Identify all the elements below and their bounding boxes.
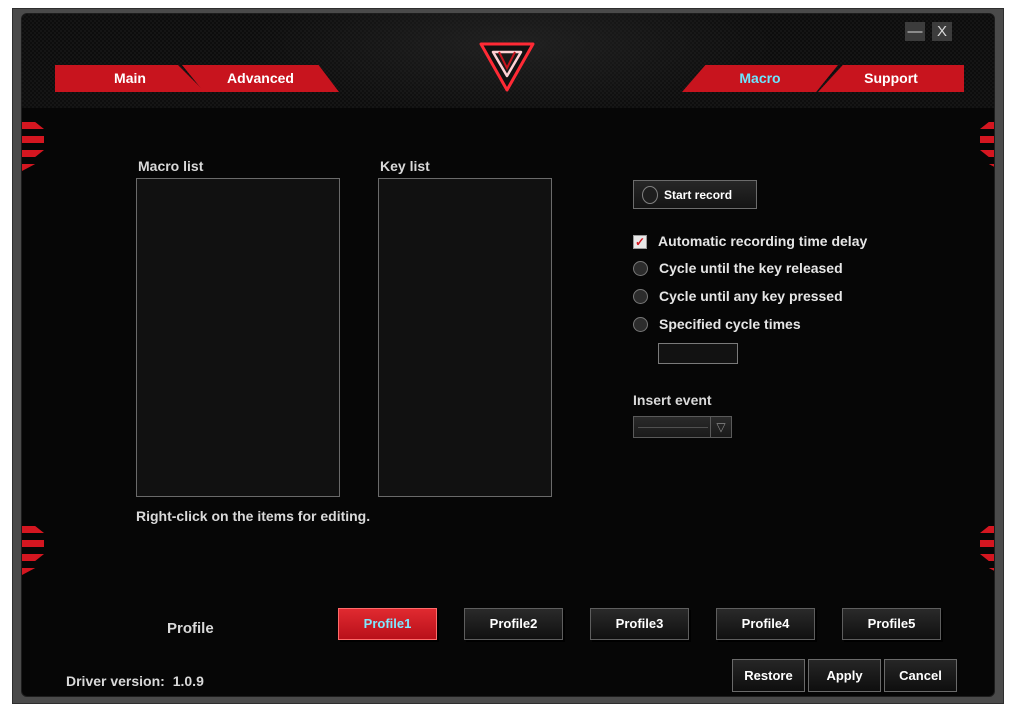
cycle-key-released-label: Cycle until the key released: [659, 260, 843, 276]
cycle-times-input[interactable]: [658, 343, 738, 364]
profile3-button[interactable]: Profile3: [590, 608, 689, 640]
specified-cycle-label: Specified cycle times: [659, 316, 801, 332]
edit-hint: Right-click on the items for editing.: [136, 508, 371, 524]
driver-version-row: Driver version: 1.0.9: [66, 673, 204, 689]
left-bottom-stripes: [22, 526, 52, 596]
chevron-down-icon[interactable]: ▽: [710, 417, 731, 437]
tab-support[interactable]: Support: [818, 65, 964, 92]
profile5-button[interactable]: Profile5: [842, 608, 941, 640]
driver-version-label: Driver version:: [66, 673, 165, 689]
cycle-any-key-radio[interactable]: [633, 289, 648, 304]
restore-button[interactable]: Restore: [732, 659, 805, 692]
right-bottom-stripes: [972, 526, 994, 596]
right-top-stripes: [972, 122, 994, 192]
auto-delay-checkbox[interactable]: ✓: [633, 235, 647, 249]
tab-macro[interactable]: Macro: [682, 65, 838, 92]
profile-label: Profile: [167, 620, 214, 637]
specified-cycle-radio[interactable]: [633, 317, 648, 332]
profile1-button[interactable]: Profile1: [338, 608, 437, 640]
apply-button[interactable]: Apply: [808, 659, 881, 692]
record-icon: [642, 186, 658, 204]
insert-event-label: Insert event: [633, 392, 712, 408]
cancel-button[interactable]: Cancel: [884, 659, 957, 692]
macro-list[interactable]: [136, 178, 340, 497]
tab-advanced[interactable]: Advanced: [182, 65, 339, 92]
driver-version-value: 1.0.9: [172, 673, 204, 689]
key-list[interactable]: [378, 178, 552, 497]
profile2-button[interactable]: Profile2: [464, 608, 563, 640]
minimize-button[interactable]: —: [905, 22, 925, 41]
key-list-label: Key list: [380, 158, 430, 174]
insert-event-dropdown[interactable]: ▽: [633, 416, 732, 438]
app-window: — X Main Advanced Macro Support Macro li…: [12, 8, 1004, 704]
insert-event-value: [638, 427, 708, 428]
auto-delay-label: Automatic recording time delay: [658, 233, 868, 249]
start-record-label: Start record: [664, 188, 733, 202]
macro-list-label: Macro list: [138, 158, 204, 174]
profile4-button[interactable]: Profile4: [716, 608, 815, 640]
cycle-key-released-radio[interactable]: [633, 261, 648, 276]
app-frame: — X Main Advanced Macro Support Macro li…: [21, 13, 995, 697]
start-record-button[interactable]: Start record: [633, 180, 757, 209]
brand-logo: [479, 42, 535, 92]
left-top-stripes: [22, 122, 52, 192]
close-button[interactable]: X: [932, 22, 952, 41]
cycle-any-key-label: Cycle until any key pressed: [659, 288, 843, 304]
